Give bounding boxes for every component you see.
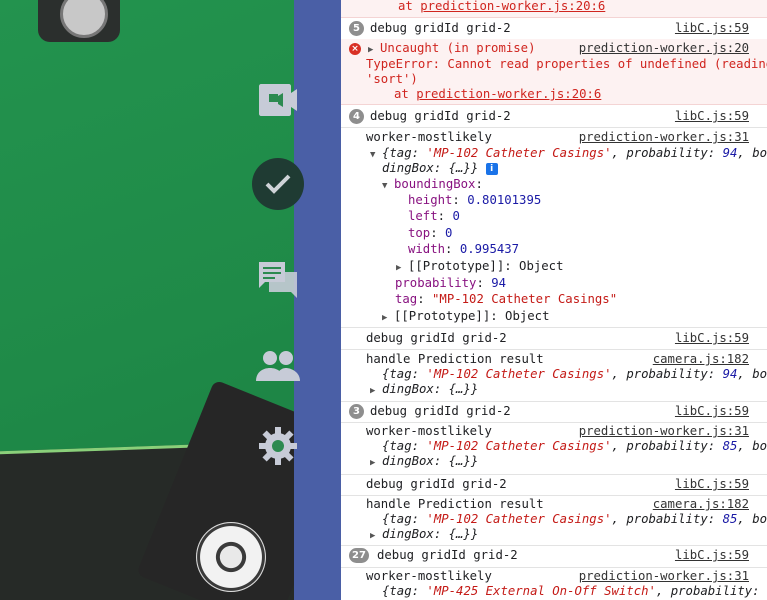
stack-link[interactable]: prediction-worker.js:20:6 xyxy=(420,0,605,13)
at-label: at xyxy=(394,87,409,101)
expand-triangle-icon[interactable]: ▶ xyxy=(382,311,394,326)
message-text: debug gridId grid-2 xyxy=(370,21,511,35)
error-detail-cont: 'sort') xyxy=(366,72,418,86)
expand-triangle-icon[interactable]: ▶ xyxy=(370,456,382,471)
video-call-icon[interactable] xyxy=(256,78,300,122)
source-link[interactable]: camera.js:182 xyxy=(653,352,749,367)
chat-icon[interactable] xyxy=(256,258,300,302)
error-message: Uncaught (in promise) xyxy=(380,41,536,55)
at-label: at xyxy=(398,0,413,13)
expand-triangle-icon[interactable]: ▶ xyxy=(368,43,380,58)
source-link[interactable]: libC.js:59 xyxy=(675,109,749,124)
console-message: 4 debug gridId grid-2 libC.js:59 xyxy=(341,105,767,128)
expand-triangle-icon[interactable]: ▶ xyxy=(396,261,408,276)
message-text: handle Prediction result xyxy=(366,497,544,511)
check-circle-icon[interactable] xyxy=(252,158,304,210)
console-message: debug gridId grid-2 libC.js:59 xyxy=(341,474,767,496)
message-text: debug gridId grid-2 xyxy=(366,331,507,345)
people-icon[interactable] xyxy=(256,344,300,388)
dimmer-dial xyxy=(196,522,266,592)
error-detail: TypeError: Cannot read properties of und… xyxy=(366,57,767,71)
message-text: worker-mostlikely xyxy=(366,569,492,583)
console-object-message: worker-mostlikely prediction-worker.js:3… xyxy=(366,569,767,598)
message-text: handle Prediction result xyxy=(366,352,544,366)
repeat-count-badge: 5 xyxy=(349,21,364,36)
error-icon: × xyxy=(349,43,361,55)
message-text: debug gridId grid-2 xyxy=(370,109,511,123)
message-text: debug gridId grid-2 xyxy=(370,404,511,418)
console-message: 27 debug gridId grid-2 libC.js:59 xyxy=(341,545,767,568)
source-link[interactable]: prediction-worker.js:31 xyxy=(579,424,749,439)
collapse-triangle-icon[interactable]: ▼ xyxy=(370,148,382,163)
collapse-triangle-icon[interactable]: ▼ xyxy=(382,179,394,194)
source-link[interactable]: camera.js:182 xyxy=(653,497,749,512)
repeat-count-badge: 27 xyxy=(349,548,369,563)
console-object-message: handle Prediction result camera.js:182 {… xyxy=(341,495,767,546)
source-link[interactable]: libC.js:59 xyxy=(675,21,749,36)
console-object-message: handle Prediction result camera.js:182 {… xyxy=(341,349,767,402)
source-link[interactable]: libC.js:59 xyxy=(675,477,749,492)
console-object-message: worker-mostlikely prediction-worker.js:3… xyxy=(341,127,767,328)
console-object-message: worker-mostlikely prediction-worker.js:3… xyxy=(341,422,767,475)
stack-link[interactable]: prediction-worker.js:20:6 xyxy=(416,87,601,101)
camera-feed xyxy=(0,0,294,600)
settings-icon[interactable] xyxy=(256,424,300,468)
repeat-count-badge: 4 xyxy=(349,109,364,124)
console-error: × ▶ Uncaught (in promise) prediction-work… xyxy=(341,39,767,105)
source-link[interactable]: prediction-worker.js:20 xyxy=(579,41,749,56)
console-message: 3 debug gridId grid-2 libC.js:59 xyxy=(341,401,767,423)
top-device xyxy=(38,0,120,42)
message-text: debug gridId grid-2 xyxy=(377,548,518,562)
message-text: worker-mostlikely xyxy=(366,424,492,438)
console-panel[interactable]: at prediction-worker.js:20:6 5 debug gri… xyxy=(341,0,767,600)
source-link[interactable]: libC.js:59 xyxy=(675,331,749,346)
source-link[interactable]: libC.js:59 xyxy=(675,548,749,563)
expand-triangle-icon[interactable]: ▶ xyxy=(370,384,382,399)
action-sidebar xyxy=(294,0,341,600)
top-device-dial xyxy=(60,0,108,38)
source-link[interactable]: prediction-worker.js:31 xyxy=(579,130,749,145)
source-link[interactable]: prediction-worker.js:31 xyxy=(579,569,749,584)
message-text: debug gridId grid-2 xyxy=(366,477,507,491)
message-text: worker-mostlikely xyxy=(366,130,492,144)
expand-triangle-icon[interactable]: ▶ xyxy=(370,529,382,544)
console-message: debug gridId grid-2 libC.js:59 xyxy=(341,328,767,350)
console-message: 5 debug gridId grid-2 libC.js:59 xyxy=(341,17,767,40)
info-icon: i xyxy=(485,163,498,175)
repeat-count-badge: 3 xyxy=(349,404,364,419)
console-error-tail: at prediction-worker.js:20:6 xyxy=(341,0,767,18)
source-link[interactable]: libC.js:59 xyxy=(675,404,749,419)
